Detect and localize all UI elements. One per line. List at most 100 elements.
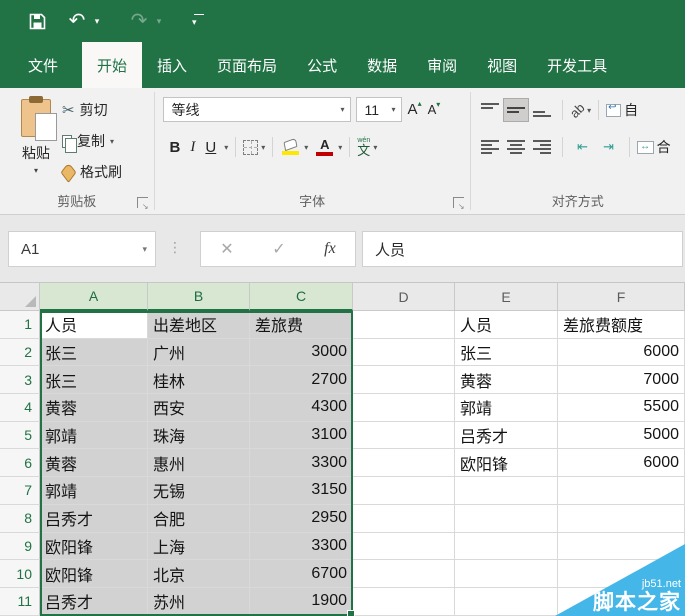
column-header-C[interactable]: C xyxy=(250,283,353,311)
cell-D3[interactable] xyxy=(353,366,455,395)
name-box[interactable]: A1 ▾ xyxy=(8,231,156,267)
font-dialog-launcher-icon[interactable] xyxy=(452,197,465,211)
cell-B2[interactable]: 广州 xyxy=(148,338,250,367)
italic-button[interactable]: I xyxy=(185,139,200,156)
cell-A2[interactable]: 张三 xyxy=(40,338,148,367)
font-size-dropdown-icon[interactable]: ▾ xyxy=(392,105,396,114)
decrease-font-size-button[interactable]: A ▾ xyxy=(428,100,441,117)
undo-icon[interactable]: ↶ xyxy=(64,6,90,36)
tab-视图[interactable]: 视图 xyxy=(472,42,532,88)
font-color-button[interactable]: A xyxy=(314,138,335,156)
cell-B9[interactable]: 上海 xyxy=(148,532,250,561)
cell-A3[interactable]: 张三 xyxy=(40,366,148,395)
tab-开发工具[interactable]: 开发工具 xyxy=(532,42,622,88)
cell-D7[interactable] xyxy=(353,477,455,505)
underline-button[interactable]: U xyxy=(200,139,221,156)
cell-A4[interactable]: 黄蓉 xyxy=(40,394,148,422)
cell-B8[interactable]: 合肥 xyxy=(148,504,250,533)
tab-文件[interactable]: 文件 xyxy=(10,42,76,88)
row-header-10[interactable]: 10 xyxy=(0,560,40,588)
tab-审阅[interactable]: 审阅 xyxy=(412,42,472,88)
cell-F1[interactable]: 差旅费额度 xyxy=(558,311,685,339)
cell-C5[interactable]: 3100 xyxy=(250,421,353,450)
row-header-11[interactable]: 11 xyxy=(0,587,40,616)
fill-color-button[interactable] xyxy=(280,137,301,155)
name-box-dropdown-icon[interactable]: ▾ xyxy=(142,244,147,255)
enter-icon[interactable]: ✓ xyxy=(272,239,285,259)
font-size-select[interactable]: 11 ▾ xyxy=(355,97,402,122)
insert-function-icon[interactable]: fx xyxy=(324,240,336,258)
cell-D11[interactable] xyxy=(353,587,455,616)
cell-C7[interactable]: 3150 xyxy=(250,477,353,505)
cell-C8[interactable]: 2950 xyxy=(250,504,353,533)
cell-C11[interactable]: 1900 xyxy=(250,587,353,616)
cell-C6[interactable]: 3300 xyxy=(250,449,353,478)
phonetic-guide-button[interactable]: wén 文 xyxy=(357,137,370,157)
align-center-button[interactable] xyxy=(503,135,529,159)
cell-A8[interactable]: 吕秀才 xyxy=(40,504,148,533)
paste-dropdown-icon[interactable]: ▾ xyxy=(34,166,38,175)
cell-F3[interactable]: 7000 xyxy=(558,366,685,395)
cell-A1[interactable]: 人员 xyxy=(40,311,148,339)
align-left-button[interactable] xyxy=(477,135,503,159)
tab-开始[interactable]: 开始 xyxy=(82,42,143,88)
copy-button[interactable]: 复制 ▾ xyxy=(62,129,122,153)
paste-button[interactable]: 粘贴 ▾ xyxy=(12,96,60,192)
cell-E6[interactable]: 欧阳锋 xyxy=(455,449,558,478)
column-header-B[interactable]: B xyxy=(148,283,250,311)
font-color-dropdown-icon[interactable]: ▾ xyxy=(338,143,342,152)
cell-F4[interactable]: 5500 xyxy=(558,394,685,422)
underline-dropdown-icon[interactable]: ▾ xyxy=(224,143,228,152)
row-header-1[interactable]: 1 xyxy=(0,311,40,339)
cell-A5[interactable]: 郭靖 xyxy=(40,421,148,450)
cell-A10[interactable]: 欧阳锋 xyxy=(40,560,148,588)
column-header-F[interactable]: F xyxy=(558,283,685,311)
tab-公式[interactable]: 公式 xyxy=(292,42,352,88)
cell-B4[interactable]: 西安 xyxy=(148,394,250,422)
tab-数据[interactable]: 数据 xyxy=(352,42,412,88)
cell-E8[interactable] xyxy=(455,504,558,533)
fill-color-dropdown-icon[interactable]: ▾ xyxy=(304,143,308,152)
cell-E7[interactable] xyxy=(455,477,558,505)
borders-dropdown-icon[interactable]: ▾ xyxy=(261,143,265,152)
row-header-9[interactable]: 9 xyxy=(0,532,40,561)
cell-A9[interactable]: 欧阳锋 xyxy=(40,532,148,561)
clipboard-dialog-launcher-icon[interactable] xyxy=(136,197,149,211)
decrease-indent-button[interactable]: ⇤ xyxy=(570,135,596,159)
cell-C3[interactable]: 2700 xyxy=(250,366,353,395)
cell-E3[interactable]: 黄蓉 xyxy=(455,366,558,395)
column-header-A[interactable]: A xyxy=(40,283,148,311)
cell-B5[interactable]: 珠海 xyxy=(148,421,250,450)
tab-页面布局[interactable]: 页面布局 xyxy=(202,42,292,88)
select-all-corner[interactable] xyxy=(0,283,40,311)
cell-F2[interactable]: 6000 xyxy=(558,338,685,367)
cell-E10[interactable] xyxy=(455,560,558,588)
column-header-E[interactable]: E xyxy=(455,283,558,311)
cell-B1[interactable]: 出差地区 xyxy=(148,311,250,339)
row-header-2[interactable]: 2 xyxy=(0,338,40,367)
cell-F8[interactable] xyxy=(558,504,685,533)
cell-C4[interactable]: 4300 xyxy=(250,394,353,422)
cell-E11[interactable] xyxy=(455,587,558,616)
wrap-text-button[interactable]: 自 xyxy=(606,100,638,120)
cell-D1[interactable] xyxy=(353,311,455,339)
cell-E1[interactable]: 人员 xyxy=(455,311,558,339)
cell-B3[interactable]: 桂林 xyxy=(148,366,250,395)
cell-A7[interactable]: 郭靖 xyxy=(40,477,148,505)
cell-C9[interactable]: 3300 xyxy=(250,532,353,561)
row-header-3[interactable]: 3 xyxy=(0,366,40,395)
cell-B7[interactable]: 无锡 xyxy=(148,477,250,505)
format-painter-button[interactable]: 格式刷 xyxy=(60,160,122,184)
align-top-button[interactable] xyxy=(477,98,503,122)
row-header-4[interactable]: 4 xyxy=(0,394,40,422)
align-right-button[interactable] xyxy=(529,135,555,159)
cell-D9[interactable] xyxy=(353,532,455,561)
cell-A11[interactable]: 吕秀才 xyxy=(40,587,148,616)
cancel-icon[interactable]: ✕ xyxy=(220,239,233,259)
phonetic-dropdown-icon[interactable]: ▾ xyxy=(373,143,377,152)
orientation-icon[interactable]: ab xyxy=(566,100,587,121)
cell-D2[interactable] xyxy=(353,338,455,367)
cell-F5[interactable]: 5000 xyxy=(558,421,685,450)
font-name-select[interactable]: 等线 ▾ xyxy=(162,97,351,122)
cell-D8[interactable] xyxy=(353,504,455,533)
